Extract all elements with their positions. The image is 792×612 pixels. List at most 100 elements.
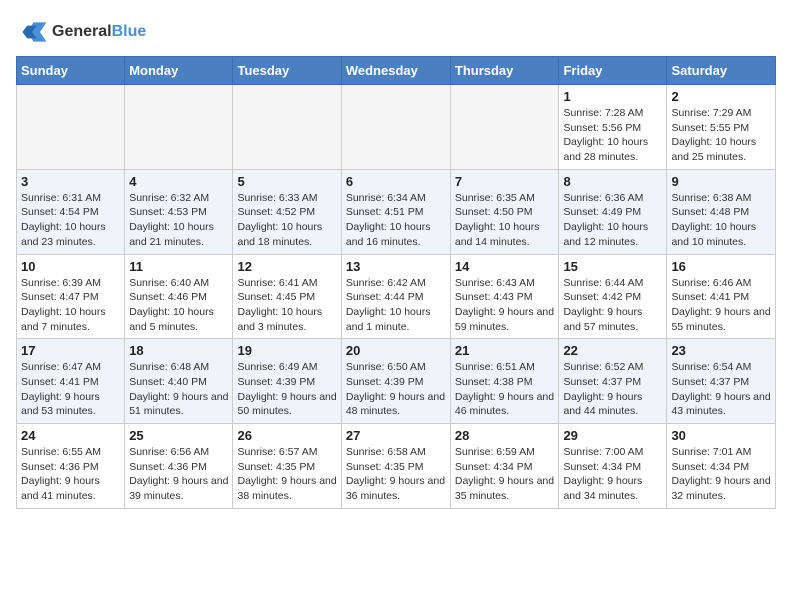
day-number: 25 (129, 428, 228, 443)
day-number: 2 (671, 89, 771, 104)
day-info: Sunrise: 6:31 AM Sunset: 4:54 PM Dayligh… (21, 191, 120, 250)
calendar-cell (233, 85, 341, 170)
day-info: Sunrise: 6:47 AM Sunset: 4:41 PM Dayligh… (21, 360, 120, 419)
calendar-cell: 25 Sunrise: 6:56 AM Sunset: 4:36 PM Dayli… (125, 424, 233, 509)
day-info: Sunrise: 7:28 AM Sunset: 5:56 PM Dayligh… (563, 106, 662, 165)
day-number: 12 (237, 259, 336, 274)
calendar-cell (17, 85, 125, 170)
calendar-cell: 30 Sunrise: 7:01 AM Sunset: 4:34 PM Dayli… (667, 424, 776, 509)
calendar-cell: 6Sunrise: 6:34 AM Sunset: 4:51 PM Daylig… (341, 169, 450, 254)
calendar-cell: 19 Sunrise: 6:49 AM Sunset: 4:39 PM Dayli… (233, 339, 341, 424)
day-info: Sunrise: 6:48 AM Sunset: 4:40 PM Dayligh… (129, 360, 228, 419)
calendar-cell: 16 Sunrise: 6:46 AM Sunset: 4:41 PM Dayli… (667, 254, 776, 339)
day-number: 7 (455, 174, 555, 189)
calendar-cell: 24 Sunrise: 6:55 AM Sunset: 4:36 PM Dayli… (17, 424, 125, 509)
day-number: 1 (563, 89, 662, 104)
logo-icon (16, 16, 48, 48)
day-number: 19 (237, 343, 336, 358)
day-info: Sunrise: 6:59 AM Sunset: 4:34 PM Dayligh… (455, 445, 555, 504)
day-number: 16 (671, 259, 771, 274)
header-friday: Friday (559, 57, 667, 85)
calendar-cell: 4 Sunrise: 6:32 AM Sunset: 4:53 PM Daylig… (125, 169, 233, 254)
calendar-cell: 2 Sunrise: 7:29 AM Sunset: 5:55 PM Daylig… (667, 85, 776, 170)
day-info: Sunrise: 6:41 AM Sunset: 4:45 PM Dayligh… (237, 276, 336, 335)
calendar-cell: 17 Sunrise: 6:47 AM Sunset: 4:41 PM Dayli… (17, 339, 125, 424)
day-number: 18 (129, 343, 228, 358)
calendar-cell: 14 Sunrise: 6:43 AM Sunset: 4:43 PM Dayli… (450, 254, 559, 339)
day-number: 6 (346, 174, 446, 189)
header-saturday: Saturday (667, 57, 776, 85)
day-number: 23 (671, 343, 771, 358)
day-info: Sunrise: 6:43 AM Sunset: 4:43 PM Dayligh… (455, 276, 555, 335)
day-info: Sunrise: 6:36 AM Sunset: 4:49 PM Dayligh… (563, 191, 662, 250)
day-number: 24 (21, 428, 120, 443)
calendar-cell: 13 Sunrise: 6:42 AM Sunset: 4:44 PM Dayli… (341, 254, 450, 339)
calendar-cell (450, 85, 559, 170)
logo: GeneralBlue (16, 16, 146, 48)
calendar-cell: 21Sunrise: 6:51 AM Sunset: 4:38 PM Dayli… (450, 339, 559, 424)
calendar-week-1: 1 Sunrise: 7:28 AM Sunset: 5:56 PM Daylig… (17, 85, 776, 170)
calendar-cell: 18 Sunrise: 6:48 AM Sunset: 4:40 PM Dayli… (125, 339, 233, 424)
day-number: 4 (129, 174, 228, 189)
calendar-cell: 10 Sunrise: 6:39 AM Sunset: 4:47 PM Dayli… (17, 254, 125, 339)
day-info: Sunrise: 6:32 AM Sunset: 4:53 PM Dayligh… (129, 191, 228, 250)
day-info: Sunrise: 6:49 AM Sunset: 4:39 PM Dayligh… (237, 360, 336, 419)
day-info: Sunrise: 6:57 AM Sunset: 4:35 PM Dayligh… (237, 445, 336, 504)
day-number: 13 (346, 259, 446, 274)
calendar-cell: 15 Sunrise: 6:44 AM Sunset: 4:42 PM Dayli… (559, 254, 667, 339)
day-info: Sunrise: 6:55 AM Sunset: 4:36 PM Dayligh… (21, 445, 120, 504)
day-info: Sunrise: 6:33 AM Sunset: 4:52 PM Dayligh… (237, 191, 336, 250)
calendar-cell: 28Sunrise: 6:59 AM Sunset: 4:34 PM Dayli… (450, 424, 559, 509)
day-number: 15 (563, 259, 662, 274)
header-sunday: Sunday (17, 57, 125, 85)
calendar-cell: 12 Sunrise: 6:41 AM Sunset: 4:45 PM Dayli… (233, 254, 341, 339)
day-number: 17 (21, 343, 120, 358)
calendar-cell: 3 Sunrise: 6:31 AM Sunset: 4:54 PM Daylig… (17, 169, 125, 254)
day-info: Sunrise: 6:50 AM Sunset: 4:39 PM Dayligh… (346, 360, 446, 419)
page-header: GeneralBlue (16, 16, 776, 48)
day-number: 11 (129, 259, 228, 274)
calendar-cell: 23 Sunrise: 6:54 AM Sunset: 4:37 PM Dayli… (667, 339, 776, 424)
day-info: Sunrise: 6:58 AM Sunset: 4:35 PM Dayligh… (346, 445, 446, 504)
calendar-cell: 20 Sunrise: 6:50 AM Sunset: 4:39 PM Dayli… (341, 339, 450, 424)
calendar-cell (125, 85, 233, 170)
day-info: Sunrise: 6:56 AM Sunset: 4:36 PM Dayligh… (129, 445, 228, 504)
calendar-cell: 29 Sunrise: 7:00 AM Sunset: 4:34 PM Dayli… (559, 424, 667, 509)
day-number: 21 (455, 343, 555, 358)
day-info: Sunrise: 6:46 AM Sunset: 4:41 PM Dayligh… (671, 276, 771, 335)
calendar-cell: 5Sunrise: 6:33 AM Sunset: 4:52 PM Daylig… (233, 169, 341, 254)
calendar-week-3: 10 Sunrise: 6:39 AM Sunset: 4:47 PM Dayli… (17, 254, 776, 339)
logo-text: GeneralBlue (52, 23, 146, 41)
day-number: 9 (671, 174, 771, 189)
day-number: 26 (237, 428, 336, 443)
calendar-cell (341, 85, 450, 170)
day-info: Sunrise: 7:01 AM Sunset: 4:34 PM Dayligh… (671, 445, 771, 504)
calendar-cell: 11Sunrise: 6:40 AM Sunset: 4:46 PM Dayli… (125, 254, 233, 339)
day-number: 30 (671, 428, 771, 443)
day-info: Sunrise: 6:35 AM Sunset: 4:50 PM Dayligh… (455, 191, 555, 250)
day-number: 8 (563, 174, 662, 189)
day-number: 20 (346, 343, 446, 358)
day-number: 22 (563, 343, 662, 358)
header-thursday: Thursday (450, 57, 559, 85)
day-number: 10 (21, 259, 120, 274)
header-monday: Monday (125, 57, 233, 85)
calendar-week-2: 3 Sunrise: 6:31 AM Sunset: 4:54 PM Daylig… (17, 169, 776, 254)
calendar-week-4: 17 Sunrise: 6:47 AM Sunset: 4:41 PM Dayli… (17, 339, 776, 424)
day-info: Sunrise: 6:42 AM Sunset: 4:44 PM Dayligh… (346, 276, 446, 335)
header-tuesday: Tuesday (233, 57, 341, 85)
day-info: Sunrise: 7:29 AM Sunset: 5:55 PM Dayligh… (671, 106, 771, 165)
calendar-cell: 7 Sunrise: 6:35 AM Sunset: 4:50 PM Daylig… (450, 169, 559, 254)
day-info: Sunrise: 7:00 AM Sunset: 4:34 PM Dayligh… (563, 445, 662, 504)
day-number: 14 (455, 259, 555, 274)
calendar: SundayMondayTuesdayWednesdayThursdayFrid… (16, 56, 776, 509)
day-number: 3 (21, 174, 120, 189)
day-info: Sunrise: 6:54 AM Sunset: 4:37 PM Dayligh… (671, 360, 771, 419)
calendar-week-5: 24 Sunrise: 6:55 AM Sunset: 4:36 PM Dayli… (17, 424, 776, 509)
day-info: Sunrise: 6:44 AM Sunset: 4:42 PM Dayligh… (563, 276, 662, 335)
calendar-cell: 8 Sunrise: 6:36 AM Sunset: 4:49 PM Daylig… (559, 169, 667, 254)
day-number: 29 (563, 428, 662, 443)
header-wednesday: Wednesday (341, 57, 450, 85)
calendar-cell: 22Sunrise: 6:52 AM Sunset: 4:37 PM Dayli… (559, 339, 667, 424)
day-info: Sunrise: 6:39 AM Sunset: 4:47 PM Dayligh… (21, 276, 120, 335)
